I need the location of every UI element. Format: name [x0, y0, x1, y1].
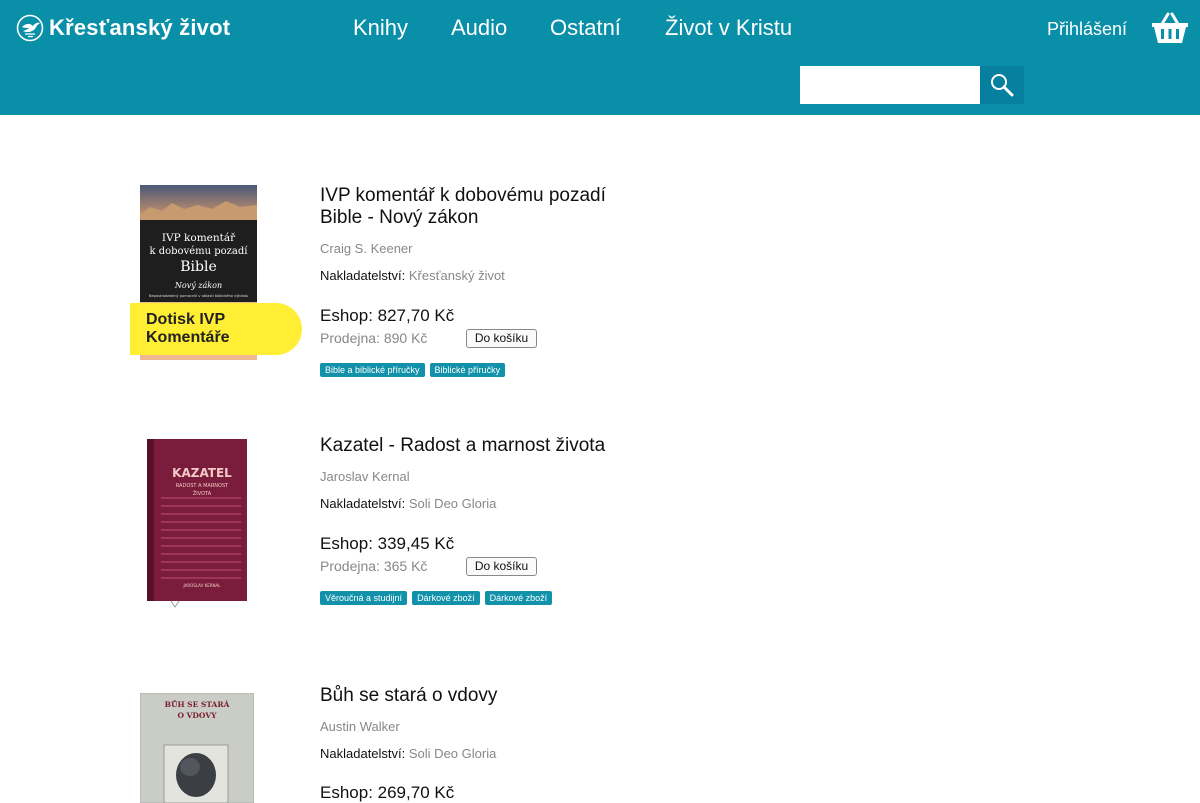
svg-text:RADOST A MARNOST: RADOST A MARNOST [176, 483, 229, 489]
publisher-label: Nakladatelství: [320, 496, 406, 511]
site-logo[interactable]: Křesťanský život [16, 14, 230, 42]
svg-text:k dobovému pozadí: k dobovému pozadí [149, 246, 248, 257]
nav-zivot-v-kristu[interactable]: Život v Kristu [665, 14, 792, 42]
product-publisher: Nakladatelství: Soli Deo Gloria [320, 746, 496, 761]
publisher-label: Nakladatelství: [320, 268, 406, 283]
product-title[interactable]: Kazatel - Radost a marnost života [320, 435, 640, 457]
product-item: BŮH SE STARÁ O VDOVY Bůh se stará o vdov… [0, 685, 1200, 803]
nav-audio[interactable]: Audio [451, 14, 507, 42]
svg-text:JAROSLAV KERNAL: JAROSLAV KERNAL [182, 583, 221, 588]
add-to-cart-button[interactable]: Do košíku [466, 557, 537, 576]
product-author[interactable]: Craig S. Keener [320, 241, 413, 256]
eshop-price: Eshop: 339,45 Kč [320, 534, 455, 553]
svg-text:BŮH SE STARÁ: BŮH SE STARÁ [165, 700, 230, 709]
tag-list: Věroučná a studijní Dárkové zboží Dárkov… [320, 591, 553, 605]
product-item: KAZATEL RADOST A MARNOST ŽIVOTA JAROSLAV… [0, 435, 1200, 635]
svg-text:O VDOVY: O VDOVY [177, 711, 217, 720]
eshop-price: Eshop: 827,70 Kč [320, 306, 455, 325]
product-title[interactable]: IVP komentář k dobovému pozadí Bible - N… [320, 185, 640, 229]
nav-knihy[interactable]: Knihy [353, 14, 408, 42]
svg-text:Nový zákon: Nový zákon [174, 281, 222, 290]
product-publisher: Nakladatelství: Křesťanský život [320, 268, 505, 283]
category-tag[interactable]: Věroučná a studijní [320, 591, 408, 605]
search-input[interactable] [800, 66, 980, 104]
search-icon [991, 74, 1014, 97]
product-author[interactable]: Austin Walker [320, 719, 400, 734]
eshop-price: Eshop: 269,70 Kč [320, 783, 455, 802]
promo-ribbon[interactable]: Dotisk IVP Komentáře [130, 303, 302, 355]
category-tag[interactable]: Bible a biblické příručky [320, 363, 425, 377]
nav-ostatni[interactable]: Ostatní [550, 14, 621, 42]
svg-text:Nepostradatelný pomocník v obl: Nepostradatelný pomocník v oblasti bibli… [149, 294, 248, 298]
tag-list: Bible a biblické příručky Biblické příru… [320, 363, 506, 377]
category-tag[interactable]: Dárkové zboží [412, 591, 480, 605]
svg-text:IVP komentář: IVP komentář [162, 232, 236, 244]
site-header: Křesťanský život Knihy Audio Ostatní Živ… [0, 0, 1200, 115]
publisher-value[interactable]: Křesťanský život [409, 268, 505, 283]
publisher-value[interactable]: Soli Deo Gloria [409, 496, 496, 511]
store-price: Prodejna: 890 Kč [320, 330, 428, 346]
store-price: Prodejna: 365 Kč [320, 558, 428, 574]
svg-text:Bible: Bible [180, 259, 217, 275]
svg-text:KAZATEL: KAZATEL [172, 466, 232, 480]
book-cover[interactable]: KAZATEL RADOST A MARNOST ŽIVOTA JAROSLAV… [141, 435, 255, 610]
category-tag[interactable]: Biblické příručky [429, 363, 506, 377]
publisher-label: Nakladatelství: [320, 746, 406, 761]
search-button[interactable] [980, 66, 1024, 104]
category-tag[interactable]: Dárkové zboží [484, 591, 553, 605]
add-to-cart-button[interactable]: Do košíku [466, 329, 537, 348]
dove-logo-icon [16, 14, 44, 42]
brand-name: Křesťanský život [49, 15, 231, 40]
basket-icon[interactable] [1151, 11, 1189, 45]
svg-text:ŽIVOTA: ŽIVOTA [193, 489, 212, 497]
product-publisher: Nakladatelství: Soli Deo Gloria [320, 496, 496, 511]
product-author[interactable]: Jaroslav Kernal [320, 469, 410, 484]
login-link[interactable]: Přihlášení [1047, 19, 1127, 39]
product-item: IVP komentář k dobovému pozadí Bible Nov… [0, 185, 1200, 385]
publisher-value[interactable]: Soli Deo Gloria [409, 746, 496, 761]
product-title[interactable]: Bůh se stará o vdovy [320, 685, 640, 707]
book-cover[interactable]: BŮH SE STARÁ O VDOVY [140, 693, 254, 803]
